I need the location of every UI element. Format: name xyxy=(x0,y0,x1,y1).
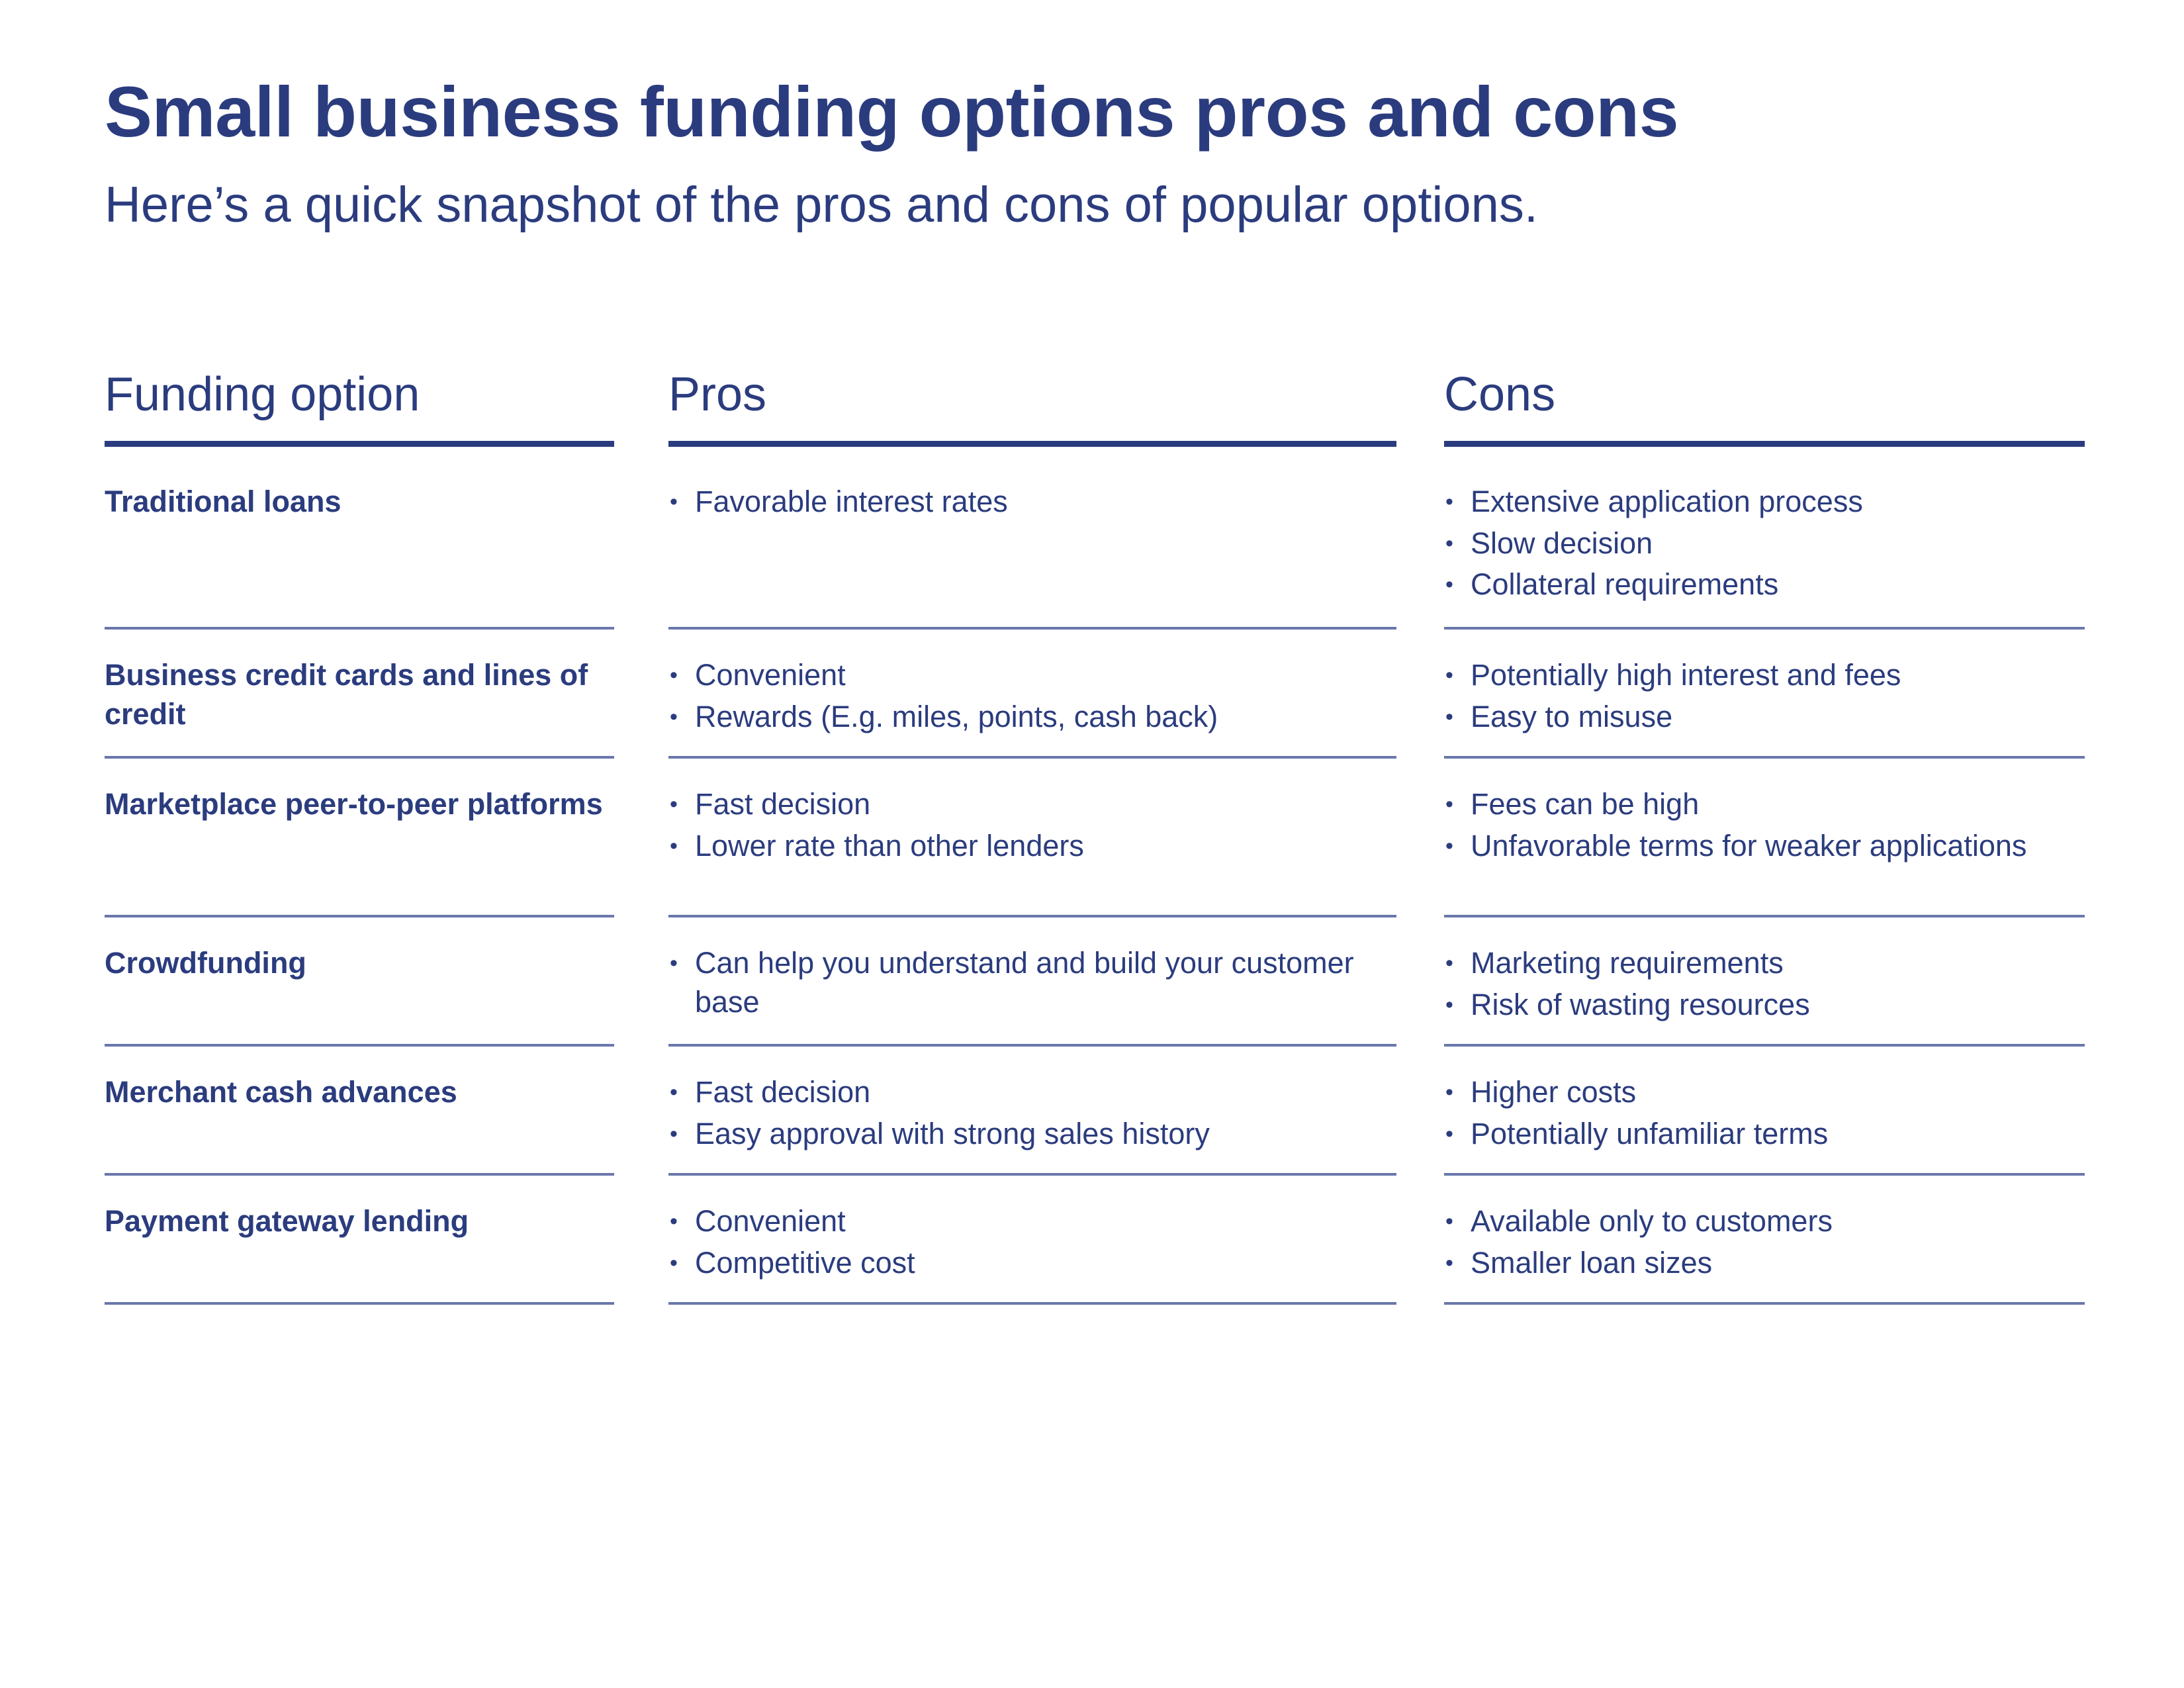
list-item: Risk of wasting resources xyxy=(1444,986,2085,1025)
list-item: Higher costs xyxy=(1444,1073,2085,1112)
column-header-label: Cons xyxy=(1444,368,1556,421)
row-pros-cell: Fast decisionLower rate than other lende… xyxy=(668,759,1396,917)
column-header-pros: Pros xyxy=(668,371,1396,456)
list-item: Marketing requirements xyxy=(1444,944,2085,983)
page-subtitle: Here’s a quick snapshot of the pros and … xyxy=(105,177,1538,234)
list-item: Fast decision xyxy=(668,1073,1396,1112)
column-header-label: Funding option xyxy=(105,368,420,421)
list-item: Smaller loan sizes xyxy=(1444,1244,2085,1283)
cons-list: Potentially high interest and feesEasy t… xyxy=(1444,656,2085,736)
list-item: Rewards (E.g. miles, points, cash back) xyxy=(668,698,1396,737)
pros-list: Fast decisionEasy approval with strong s… xyxy=(668,1073,1396,1153)
row-option-cell: Traditional loans xyxy=(105,456,614,630)
list-item: Easy to misuse xyxy=(1444,698,2085,737)
list-item: Lower rate than other lenders xyxy=(668,827,1396,866)
table-row: Payment gateway lending ConvenientCompet… xyxy=(0,1176,2184,1305)
list-item: Convenient xyxy=(668,1202,1396,1241)
table-row: Crowdfunding Can help you understand and… xyxy=(0,917,2184,1047)
list-item: Available only to customers xyxy=(1444,1202,2085,1241)
column-header-label: Pros xyxy=(668,368,767,421)
list-item: Potentially high interest and fees xyxy=(1444,656,2085,695)
pros-list: Fast decisionLower rate than other lende… xyxy=(668,785,1396,865)
row-option-cell: Crowdfunding xyxy=(105,917,614,1047)
row-cons-cell: Fees can be highUnfavorable terms for we… xyxy=(1444,759,2085,917)
row-pros-cell: ConvenientCompetitive cost xyxy=(668,1176,1396,1305)
table-row: Traditional loans Favorable interest rat… xyxy=(0,456,2184,630)
row-cons-cell: Higher costsPotentially unfamiliar terms xyxy=(1444,1047,2085,1176)
list-item: Can help you understand and build your c… xyxy=(668,944,1396,1021)
table-row: Marketplace peer-to-peer platforms Fast … xyxy=(0,759,2184,917)
option-name: Marketplace peer-to-peer platforms xyxy=(105,787,603,821)
list-item: Favorable interest rates xyxy=(668,483,1396,522)
table-row: Business credit cards and lines of credi… xyxy=(0,630,2184,759)
row-pros-cell: Fast decisionEasy approval with strong s… xyxy=(668,1047,1396,1176)
cons-list: Extensive application processSlow decisi… xyxy=(1444,483,2085,604)
header-block: Small business funding options pros and … xyxy=(105,71,2077,236)
list-item: Unfavorable terms for weaker application… xyxy=(1444,827,2085,866)
row-pros-cell: ConvenientRewards (E.g. miles, points, c… xyxy=(668,630,1396,759)
table-header-row: Funding option Pros Cons xyxy=(0,371,2184,456)
cons-list: Available only to customersSmaller loan … xyxy=(1444,1202,2085,1282)
header-rule xyxy=(668,441,1396,447)
row-option-cell: Business credit cards and lines of credi… xyxy=(105,630,614,759)
option-name: Merchant cash advances xyxy=(105,1075,457,1109)
pros-list: Favorable interest rates xyxy=(668,483,1396,522)
header-rule xyxy=(105,441,614,447)
row-cons-cell: Potentially high interest and feesEasy t… xyxy=(1444,630,2085,759)
row-divider xyxy=(1444,1302,2085,1305)
row-divider xyxy=(668,1302,1396,1305)
row-pros-cell: Favorable interest rates xyxy=(668,456,1396,630)
option-name: Crowdfunding xyxy=(105,946,306,980)
cons-list: Higher costsPotentially unfamiliar terms xyxy=(1444,1073,2085,1153)
list-item: Slow decision xyxy=(1444,524,2085,563)
infographic-page: Small business funding options pros and … xyxy=(0,0,2184,1688)
cons-list: Fees can be highUnfavorable terms for we… xyxy=(1444,785,2085,865)
table-row: Merchant cash advances Fast decisionEasy… xyxy=(0,1047,2184,1176)
row-divider xyxy=(105,1302,614,1305)
row-pros-cell: Can help you understand and build your c… xyxy=(668,917,1396,1047)
option-name: Traditional loans xyxy=(105,485,341,518)
list-item: Collateral requirements xyxy=(1444,565,2085,604)
option-name: Payment gateway lending xyxy=(105,1204,469,1238)
list-item: Fees can be high xyxy=(1444,785,2085,824)
column-header-cons: Cons xyxy=(1444,371,2085,456)
option-name: Business credit cards and lines of credi… xyxy=(105,658,588,731)
list-item: Convenient xyxy=(668,656,1396,695)
list-item: Extensive application process xyxy=(1444,483,2085,522)
pros-list: Can help you understand and build your c… xyxy=(668,944,1396,1021)
row-cons-cell: Marketing requirementsRisk of wasting re… xyxy=(1444,917,2085,1047)
list-item: Competitive cost xyxy=(668,1244,1396,1283)
list-item: Fast decision xyxy=(668,785,1396,824)
cons-list: Marketing requirementsRisk of wasting re… xyxy=(1444,944,2085,1024)
column-header-funding-option: Funding option xyxy=(105,371,614,456)
list-item: Potentially unfamiliar terms xyxy=(1444,1115,2085,1154)
row-option-cell: Payment gateway lending xyxy=(105,1176,614,1305)
row-option-cell: Marketplace peer-to-peer platforms xyxy=(105,759,614,917)
header-rule xyxy=(1444,441,2085,447)
pros-list: ConvenientCompetitive cost xyxy=(668,1202,1396,1282)
pros-cons-table: Funding option Pros Cons Traditional loa… xyxy=(0,371,2184,1305)
row-cons-cell: Extensive application processSlow decisi… xyxy=(1444,456,2085,630)
row-cons-cell: Available only to customersSmaller loan … xyxy=(1444,1176,2085,1305)
pros-list: ConvenientRewards (E.g. miles, points, c… xyxy=(668,656,1396,736)
row-option-cell: Merchant cash advances xyxy=(105,1047,614,1176)
page-title: Small business funding options pros and … xyxy=(105,71,1679,152)
list-item: Easy approval with strong sales history xyxy=(668,1115,1396,1154)
